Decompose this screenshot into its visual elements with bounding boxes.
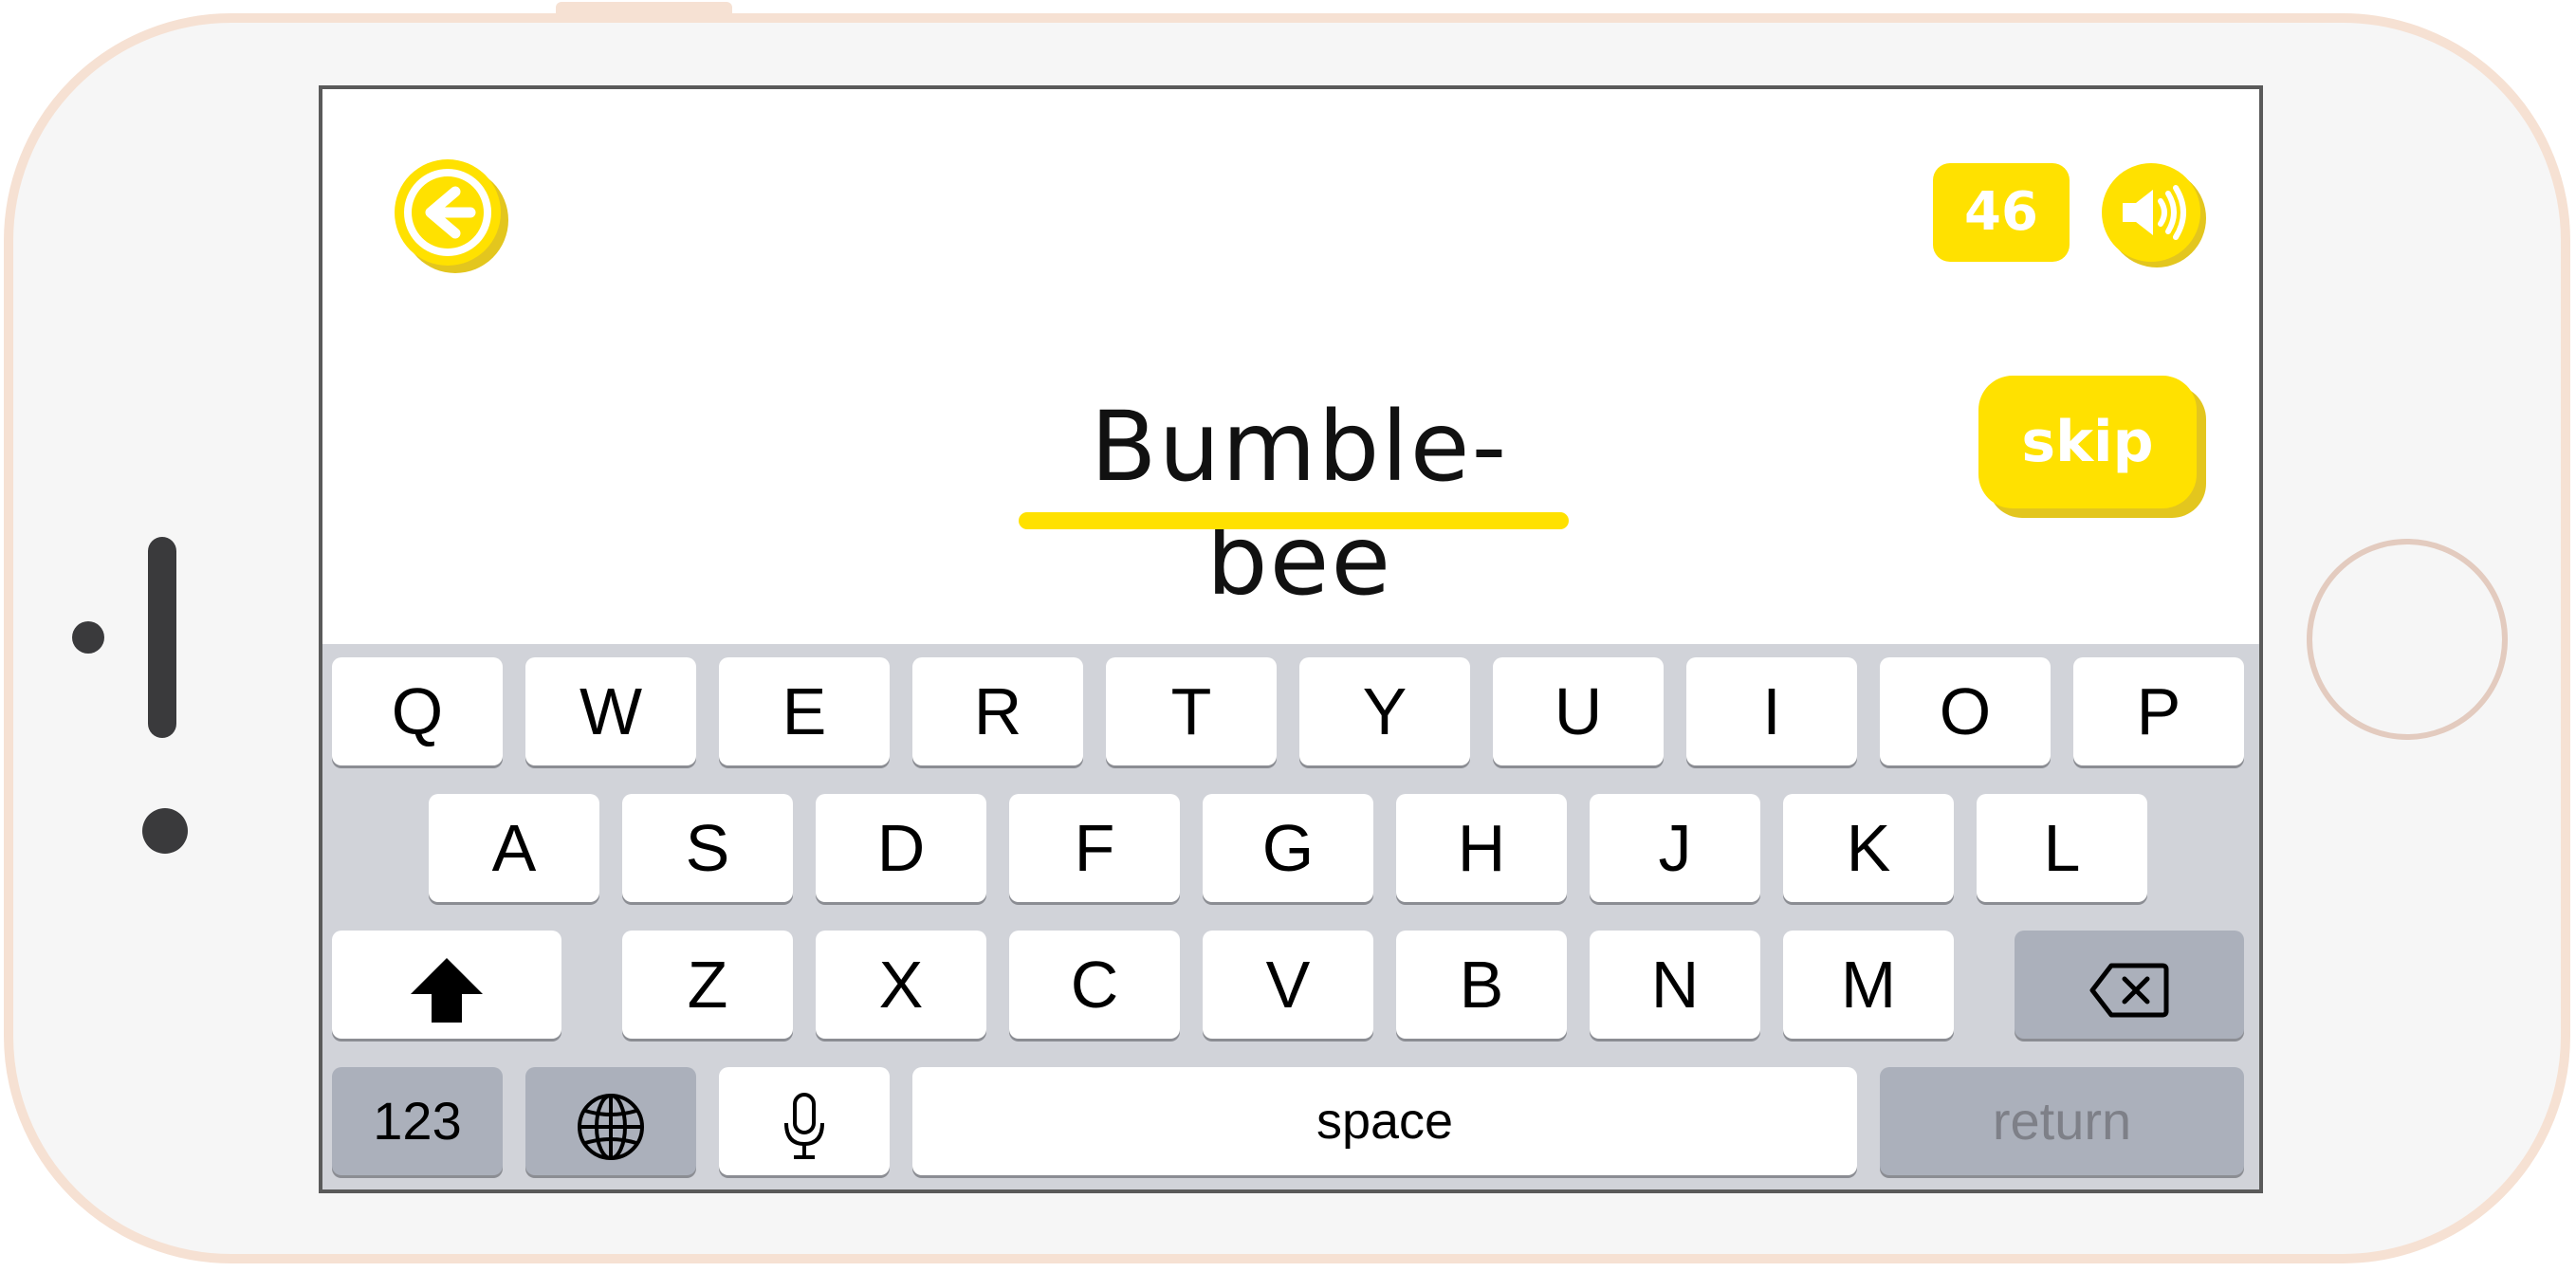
key-p[interactable]: P <box>2073 657 2244 765</box>
key-g[interactable]: G <box>1203 794 1373 902</box>
key-l[interactable]: L <box>1977 794 2147 902</box>
microphone-icon <box>784 1092 824 1159</box>
key-v[interactable]: V <box>1203 931 1373 1039</box>
key-k[interactable]: K <box>1783 794 1954 902</box>
key-c[interactable]: C <box>1009 931 1180 1039</box>
key-t[interactable]: T <box>1106 657 1277 765</box>
key-z[interactable]: Z <box>622 931 793 1039</box>
key-i[interactable]: I <box>1686 657 1857 765</box>
key-j[interactable]: J <box>1590 794 1760 902</box>
key-b[interactable]: B <box>1396 931 1567 1039</box>
numbers-key[interactable]: 123 <box>332 1067 503 1175</box>
screen: 46 Bumble-bee skip Q W E R T Y U I O P A… <box>319 85 2263 1193</box>
backspace-key[interactable] <box>2015 931 2244 1039</box>
skip-button[interactable]: skip <box>1978 376 2197 508</box>
earpiece-speaker <box>148 537 176 738</box>
device-frame: 46 Bumble-bee skip Q W E R T Y U I O P A… <box>0 0 2576 1272</box>
key-a[interactable]: A <box>429 794 599 902</box>
globe-icon <box>578 1093 644 1160</box>
sound-button[interactable] <box>2100 161 2206 267</box>
shift-arrow-icon <box>411 957 483 1023</box>
globe-key[interactable] <box>525 1067 696 1175</box>
key-y[interactable]: Y <box>1299 657 1470 765</box>
key-s[interactable]: S <box>622 794 793 902</box>
key-f[interactable]: F <box>1009 794 1180 902</box>
space-key[interactable]: space <box>912 1067 1857 1175</box>
key-r[interactable]: R <box>912 657 1083 765</box>
arrow-left-circle-icon <box>395 159 508 273</box>
backspace-icon <box>2089 963 2169 1018</box>
key-u[interactable]: U <box>1493 657 1664 765</box>
key-e[interactable]: E <box>719 657 890 765</box>
top-button <box>556 2 732 13</box>
home-button[interactable] <box>2307 539 2508 740</box>
return-key[interactable]: return <box>1880 1067 2244 1175</box>
key-o[interactable]: O <box>1880 657 2051 765</box>
front-camera <box>72 621 104 654</box>
keyboard: Q W E R T Y U I O P A S D F G H J K L Z … <box>322 644 2259 1189</box>
back-button[interactable] <box>393 157 508 273</box>
key-m[interactable]: M <box>1783 931 1954 1039</box>
key-d[interactable]: D <box>816 794 986 902</box>
score-badge: 46 <box>1933 163 2070 262</box>
speaker-icon <box>2102 163 2206 267</box>
shift-key[interactable] <box>332 931 561 1039</box>
key-q[interactable]: Q <box>332 657 503 765</box>
key-n[interactable]: N <box>1590 931 1760 1039</box>
key-x[interactable]: X <box>816 931 986 1039</box>
sensor-dot <box>142 808 188 854</box>
key-h[interactable]: H <box>1396 794 1567 902</box>
key-w[interactable]: W <box>525 657 696 765</box>
target-word: Bumble-bee <box>1090 391 1509 618</box>
game-area: 46 Bumble-bee skip <box>322 89 2259 644</box>
word-underline <box>1019 512 1569 529</box>
dictation-key[interactable] <box>719 1067 890 1175</box>
